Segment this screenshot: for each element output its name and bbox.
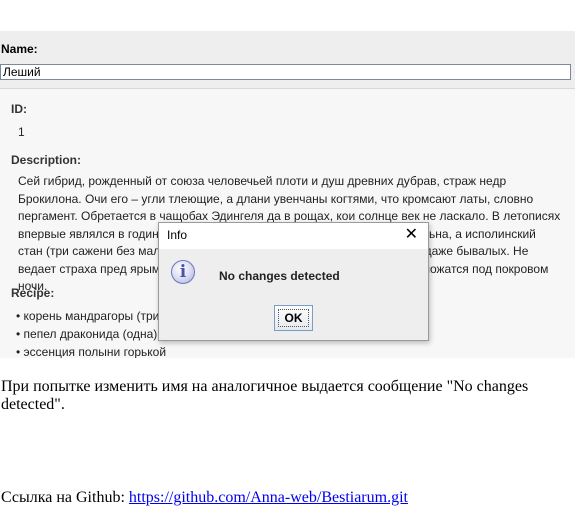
close-icon[interactable]: ✕	[405, 224, 418, 244]
dialog-title: Info	[167, 228, 188, 242]
recipe-list: корень мандрагоры (три) пепел драконида …	[16, 307, 167, 358]
caption-text: При попытке изменить имя на аналогичное …	[1, 378, 529, 413]
recipe-item: корень мандрагоры (три)	[16, 307, 166, 325]
dialog-message: No changes detected	[219, 269, 340, 283]
github-link[interactable]: https://github.com/Anna-web/Bestiarum.gi…	[129, 489, 408, 506]
dialog-body: i No changes detected OK	[159, 249, 428, 340]
recipe-item: эссенция полыни горькой	[16, 343, 167, 358]
ok-button[interactable]: OK	[274, 305, 313, 331]
info-icon: i	[171, 260, 195, 284]
github-line: Ссылка на Github: https://github.com/Ann…	[1, 489, 408, 507]
github-prefix: Ссылка на Github:	[1, 489, 129, 506]
recipe-item: пепел драконида (одна)	[16, 325, 166, 343]
info-dialog: Info ✕ i No changes detected OK	[158, 222, 429, 341]
name-field[interactable]: Леший	[0, 64, 571, 80]
recipe-label: Recipe:	[11, 286, 55, 300]
description-label: Description:	[11, 153, 82, 167]
id-value: 1	[18, 125, 25, 139]
id-label: ID:	[11, 102, 27, 116]
app-screenshot: Name: Леший ID: 1 Description: Сей гибри…	[0, 31, 575, 358]
name-label: Name:	[1, 42, 38, 56]
